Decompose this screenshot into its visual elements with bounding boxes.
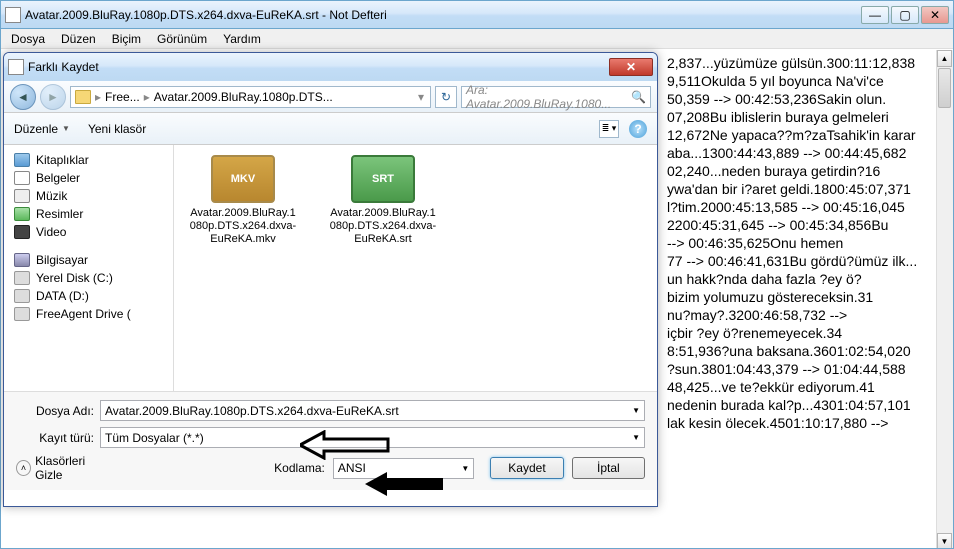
- notepad-icon: [5, 7, 21, 23]
- menu-bar: Dosya Düzen Biçim Görünüm Yardım: [1, 29, 953, 49]
- maximize-button[interactable]: ▢: [891, 6, 919, 24]
- dialog-icon: [8, 59, 24, 75]
- srt-icon: SRT: [351, 155, 415, 203]
- file-item-mkv[interactable]: MKV Avatar.2009.BluRay.1080p.DTS.x264.dx…: [188, 155, 298, 246]
- breadcrumb-item[interactable]: Avatar.2009.BluRay.1080p.DTS...: [154, 90, 333, 104]
- view-options-button[interactable]: ≣ ▾: [599, 120, 619, 138]
- chevron-right-icon: ▸: [142, 90, 152, 104]
- dialog-title: Farklı Kaydet: [28, 60, 99, 74]
- breadcrumb[interactable]: ▸ Free... ▸ Avatar.2009.BluRay.1080p.DTS…: [70, 86, 431, 108]
- menu-format[interactable]: Biçim: [106, 30, 147, 48]
- cancel-button[interactable]: İptal: [572, 457, 645, 479]
- sidebar-item-pictures[interactable]: Resimler: [8, 205, 169, 223]
- dialog-close-button[interactable]: ✕: [609, 58, 653, 76]
- documents-icon: [14, 171, 30, 185]
- sidebar-item-computer[interactable]: Bilgisayar: [8, 251, 169, 269]
- sidebar-item-video[interactable]: Video: [8, 223, 169, 241]
- sidebar: Kitaplıklar Belgeler Müzik Resimler Vide…: [4, 145, 174, 391]
- help-button[interactable]: ?: [629, 120, 647, 138]
- computer-icon: [14, 253, 30, 267]
- nav-row: ◄ ► ▸ Free... ▸ Avatar.2009.BluRay.1080p…: [4, 81, 657, 113]
- chevron-down-icon[interactable]: ▼: [461, 464, 469, 473]
- menu-file[interactable]: Dosya: [5, 30, 51, 48]
- toolbar: Düzenle ▼ Yeni klasör ≣ ▾ ?: [4, 113, 657, 145]
- sidebar-item-music[interactable]: Müzik: [8, 187, 169, 205]
- chevron-right-icon: ▸: [93, 90, 103, 104]
- menu-view[interactable]: Görünüm: [151, 30, 213, 48]
- scroll-up-arrow[interactable]: ▲: [937, 50, 952, 67]
- bottom-panel: Dosya Adı: Avatar.2009.BluRay.1080p.DTS.…: [4, 391, 657, 490]
- hide-folders-button[interactable]: ˄ Klasörleri Gizle: [16, 454, 111, 482]
- refresh-button[interactable]: ↻: [435, 86, 457, 108]
- chevron-down-icon: ▼: [62, 124, 70, 133]
- disk-icon: [14, 289, 30, 303]
- sidebar-item-libraries[interactable]: Kitaplıklar: [8, 151, 169, 169]
- mkv-icon: MKV: [211, 155, 275, 203]
- content-area: Kitaplıklar Belgeler Müzik Resimler Vide…: [4, 145, 657, 391]
- pictures-icon: [14, 207, 30, 221]
- minimize-button[interactable]: —: [861, 6, 889, 24]
- file-name: Avatar.2009.BluRay.1080p.DTS.x264.dxva-E…: [328, 207, 438, 246]
- search-input[interactable]: Ara: Avatar.2009.BluRay.1080... 🔍: [461, 86, 651, 108]
- window-title: Avatar.2009.BluRay.1080p.DTS.x264.dxva-E…: [25, 8, 861, 22]
- save-button[interactable]: Kaydet: [490, 457, 563, 479]
- music-icon: [14, 189, 30, 203]
- dialog-titlebar[interactable]: Farklı Kaydet ✕: [4, 53, 657, 81]
- search-placeholder: Ara: Avatar.2009.BluRay.1080...: [466, 83, 631, 111]
- sidebar-item-disk-d[interactable]: DATA (D:): [8, 287, 169, 305]
- scroll-down-arrow[interactable]: ▼: [937, 533, 952, 548]
- vertical-scrollbar[interactable]: ▲ ▼: [936, 50, 953, 548]
- back-button[interactable]: ◄: [10, 84, 36, 110]
- menu-edit[interactable]: Düzen: [55, 30, 102, 48]
- organize-button[interactable]: Düzenle ▼: [14, 122, 70, 136]
- new-folder-button[interactable]: Yeni klasör: [88, 122, 146, 136]
- libraries-icon: [14, 153, 30, 167]
- breadcrumb-item[interactable]: Free...: [105, 90, 140, 104]
- save-dialog: Farklı Kaydet ✕ ◄ ► ▸ Free... ▸ Avatar.2…: [3, 52, 658, 507]
- file-item-srt[interactable]: SRT Avatar.2009.BluRay.1080p.DTS.x264.dx…: [328, 155, 438, 246]
- disk-icon: [14, 271, 30, 285]
- encoding-select[interactable]: ANSI ▼: [333, 458, 474, 479]
- filename-label: Dosya Adı:: [16, 404, 94, 418]
- menu-help[interactable]: Yardım: [217, 30, 267, 48]
- video-icon: [14, 225, 30, 239]
- filename-input[interactable]: Avatar.2009.BluRay.1080p.DTS.x264.dxva-E…: [100, 400, 645, 421]
- chevron-down-icon[interactable]: ▼: [632, 433, 640, 442]
- chevron-up-icon: ˄: [16, 460, 31, 476]
- text-area[interactable]: 2,837...yüzümüze gülsün.300:11:12,838 9,…: [661, 50, 953, 548]
- sidebar-item-disk-c[interactable]: Yerel Disk (C:): [8, 269, 169, 287]
- chevron-down-icon[interactable]: ▼: [632, 406, 640, 415]
- encoding-label: Kodlama:: [269, 461, 325, 475]
- disk-icon: [14, 307, 30, 321]
- close-button[interactable]: ✕: [921, 6, 949, 24]
- file-name: Avatar.2009.BluRay.1080p.DTS.x264.dxva-E…: [188, 207, 298, 246]
- folder-icon: [75, 90, 91, 104]
- chevron-down-icon[interactable]: ▾: [416, 90, 426, 104]
- scroll-thumb[interactable]: [938, 68, 951, 108]
- search-icon: 🔍: [631, 90, 646, 104]
- filetype-label: Kayıt türü:: [16, 431, 94, 445]
- sidebar-item-documents[interactable]: Belgeler: [8, 169, 169, 187]
- file-pane[interactable]: MKV Avatar.2009.BluRay.1080p.DTS.x264.dx…: [174, 145, 657, 391]
- notepad-titlebar[interactable]: Avatar.2009.BluRay.1080p.DTS.x264.dxva-E…: [1, 1, 953, 29]
- filetype-select[interactable]: Tüm Dosyalar (*.*) ▼: [100, 427, 645, 448]
- sidebar-item-freeagent[interactable]: FreeAgent Drive (: [8, 305, 169, 323]
- forward-button[interactable]: ►: [40, 84, 66, 110]
